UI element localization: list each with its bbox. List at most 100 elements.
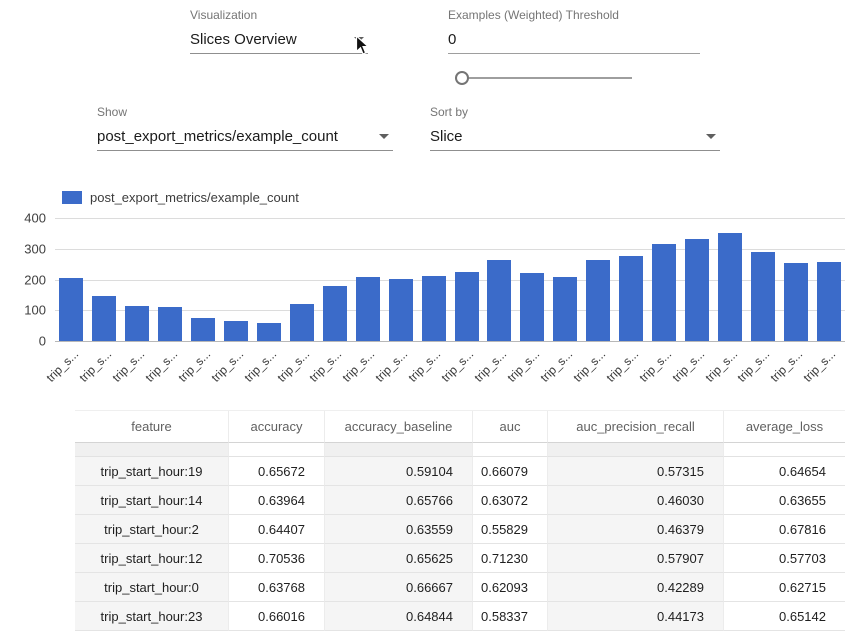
metric-cell: 0.64407 xyxy=(228,515,324,544)
bar-slot: trip_s... xyxy=(713,218,746,341)
column-filter[interactable] xyxy=(75,443,228,457)
metric-cell: 0.58337 xyxy=(472,602,547,631)
bar-slot: trip_s... xyxy=(648,218,681,341)
feature-cell: trip_start_hour:2 xyxy=(75,515,228,544)
x-axis-label: trip_s... xyxy=(768,347,806,385)
bar-slot: trip_s... xyxy=(384,218,417,341)
bar[interactable] xyxy=(520,273,544,341)
x-axis-label: trip_s... xyxy=(175,347,213,385)
sort-by-label: Sort by xyxy=(430,105,720,119)
bar[interactable] xyxy=(817,262,841,341)
slider-thumb[interactable] xyxy=(455,71,469,85)
show-label: Show xyxy=(97,105,393,119)
column-header-accuracy[interactable]: accuracy xyxy=(228,411,324,443)
metric-cell: 0.44173 xyxy=(547,602,723,631)
bar[interactable] xyxy=(125,306,149,341)
bar[interactable] xyxy=(356,277,380,341)
bar-slot: trip_s... xyxy=(516,218,549,341)
bar[interactable] xyxy=(685,239,709,341)
bar[interactable] xyxy=(257,323,281,341)
column-header-auc_precision_recall[interactable]: auc_precision_recall xyxy=(547,411,723,443)
bar[interactable] xyxy=(553,277,577,341)
metric-cell: 0.55829 xyxy=(472,515,547,544)
column-header-accuracy_baseline[interactable]: accuracy_baseline xyxy=(324,411,472,443)
visualization-label: Visualization xyxy=(190,8,368,22)
bar[interactable] xyxy=(224,321,248,341)
column-filter[interactable] xyxy=(547,443,723,457)
x-axis-label: trip_s... xyxy=(472,347,510,385)
metric-cell: 0.63768 xyxy=(228,573,324,602)
x-axis-label: trip_s... xyxy=(801,347,839,385)
y-tick-label: 100 xyxy=(24,303,46,318)
metric-cell: 0.57907 xyxy=(547,544,723,573)
x-axis-label: trip_s... xyxy=(109,347,147,385)
bar[interactable] xyxy=(290,304,314,342)
x-axis-label: trip_s... xyxy=(274,347,312,385)
metric-cell: 0.63072 xyxy=(472,486,547,515)
bar[interactable] xyxy=(323,286,347,341)
bar-slot: trip_s... xyxy=(549,218,582,341)
bar[interactable] xyxy=(751,252,775,341)
bar[interactable] xyxy=(784,263,808,341)
bar-slot: trip_s... xyxy=(746,218,779,341)
metric-cell: 0.66079 xyxy=(472,457,547,486)
metric-cell: 0.42289 xyxy=(547,573,723,602)
bar[interactable] xyxy=(619,256,643,341)
sort-by-value: Slice xyxy=(430,128,463,145)
bar[interactable] xyxy=(422,276,446,341)
bar[interactable] xyxy=(487,260,511,341)
x-axis-label: trip_s... xyxy=(340,347,378,385)
show-select[interactable]: post_export_metrics/example_count xyxy=(97,128,393,151)
bar[interactable] xyxy=(718,233,742,341)
bar[interactable] xyxy=(92,296,116,341)
bar[interactable] xyxy=(652,244,676,341)
sort-by-select[interactable]: Slice xyxy=(430,128,720,151)
x-axis-label: trip_s... xyxy=(307,347,345,385)
x-axis-label: trip_s... xyxy=(603,347,641,385)
show-control: Show post_export_metrics/example_count xyxy=(97,105,393,151)
bar[interactable] xyxy=(389,279,413,341)
plot-area: trip_s...trip_s...trip_s...trip_s...trip… xyxy=(55,218,845,341)
bar-slot: trip_s... xyxy=(483,218,516,341)
bar-slot: trip_s... xyxy=(253,218,286,341)
slider-track[interactable] xyxy=(455,77,632,79)
column-header-feature[interactable]: feature xyxy=(75,411,228,443)
metric-cell: 0.57703 xyxy=(723,544,845,573)
visualization-value: Slices Overview xyxy=(190,31,297,48)
column-filter[interactable] xyxy=(228,443,324,457)
column-header-auc[interactable]: auc xyxy=(472,411,547,443)
bar[interactable] xyxy=(191,318,215,341)
bar-slot: trip_s... xyxy=(812,218,845,341)
threshold-label: Examples (Weighted) Threshold xyxy=(448,8,700,22)
metric-cell: 0.67816 xyxy=(723,515,845,544)
bar-slot: trip_s... xyxy=(154,218,187,341)
x-axis-label: trip_s... xyxy=(537,347,575,385)
chevron-down-icon xyxy=(379,134,389,139)
bar-slots: trip_s...trip_s...trip_s...trip_s...trip… xyxy=(55,218,845,341)
column-filter[interactable] xyxy=(723,443,845,457)
chart-legend: post_export_metrics/example_count xyxy=(62,190,299,205)
bar[interactable] xyxy=(158,307,182,341)
visualization-select[interactable]: Slices Overview xyxy=(190,31,368,54)
visualization-control: Visualization Slices Overview xyxy=(190,8,368,54)
x-axis-label: trip_s... xyxy=(505,347,543,385)
column-filter[interactable] xyxy=(472,443,547,457)
metric-cell: 0.65142 xyxy=(723,602,845,631)
feature-cell: trip_start_hour:0 xyxy=(75,573,228,602)
x-axis-label: trip_s... xyxy=(142,347,180,385)
bar-slot: trip_s... xyxy=(779,218,812,341)
metric-cell: 0.66667 xyxy=(324,573,472,602)
column-filter[interactable] xyxy=(324,443,472,457)
feature-cell: trip_start_hour:19 xyxy=(75,457,228,486)
feature-cell: trip_start_hour:23 xyxy=(75,602,228,631)
column-header-average_loss[interactable]: average_loss xyxy=(723,411,845,443)
threshold-input[interactable]: 0 xyxy=(448,31,700,54)
metric-cell: 0.57315 xyxy=(547,457,723,486)
bar[interactable] xyxy=(455,272,479,341)
metric-cell: 0.64844 xyxy=(324,602,472,631)
show-value: post_export_metrics/example_count xyxy=(97,128,338,145)
threshold-slider[interactable] xyxy=(455,70,632,85)
bar[interactable] xyxy=(59,278,83,341)
x-axis-label: trip_s... xyxy=(44,347,82,385)
bar[interactable] xyxy=(586,260,610,341)
